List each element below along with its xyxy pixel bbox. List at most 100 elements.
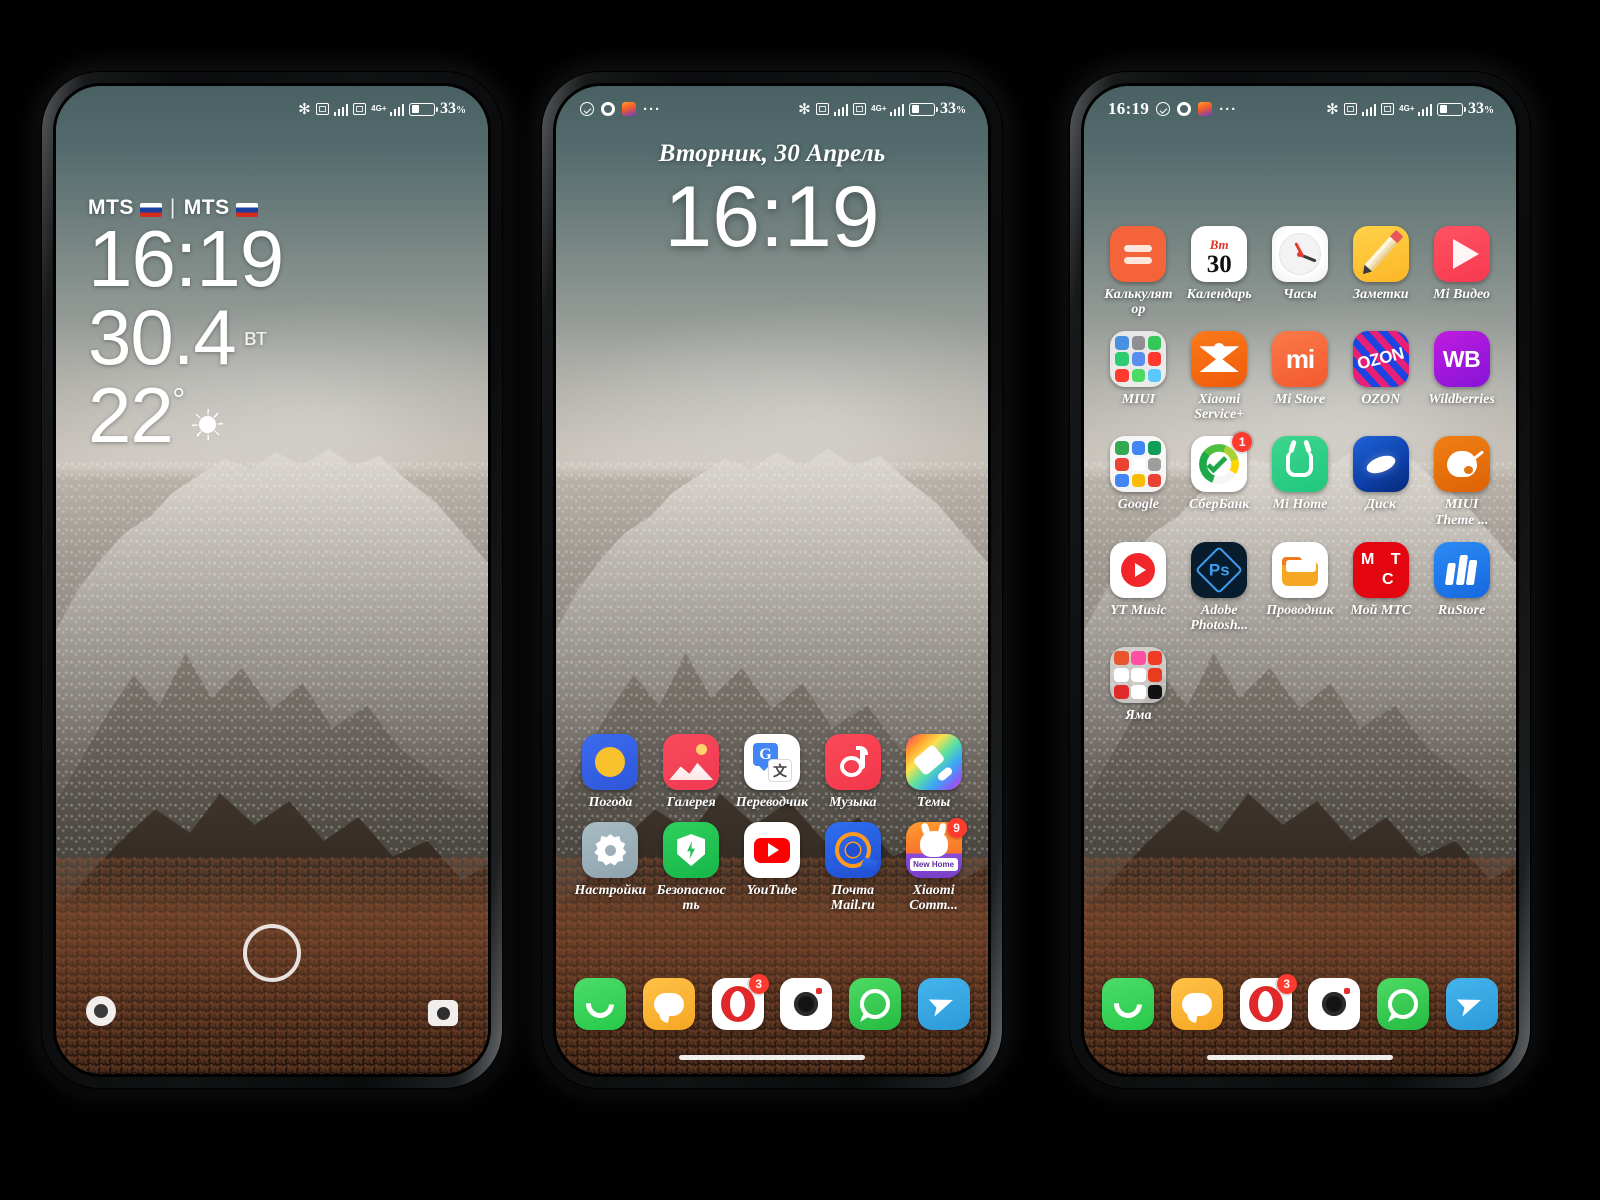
app-icon-wrap[interactable]: Вт 30 — [1191, 226, 1248, 282]
music-icon[interactable] — [824, 734, 881, 790]
app-security-shield[interactable]: Безопасность — [651, 822, 732, 913]
app-icon-wrap[interactable] — [848, 978, 901, 1030]
app-icon-wrap[interactable] — [1433, 226, 1490, 282]
app-youtube-music[interactable]: YT Music — [1098, 541, 1179, 633]
app-photoshop[interactable]: Ps Adobe Photosh... — [1179, 541, 1260, 633]
app-weather[interactable]: Погода — [570, 734, 651, 810]
app-mi-store[interactable]: mi Mi Store — [1260, 331, 1341, 422]
app-rustore[interactable]: RuStore — [1421, 541, 1502, 633]
app-sberbank[interactable]: 1 СберБанк — [1179, 432, 1260, 527]
app-xiaomi-service[interactable]: Xiaomi Service+ — [1179, 331, 1260, 422]
telegram-icon[interactable] — [1445, 978, 1498, 1030]
app-icon-wrap[interactable]: WB — [1433, 331, 1490, 388]
app-icon-wrap[interactable]: OZON — [1352, 331, 1409, 388]
app-calendar[interactable]: Вт 30 Календарь — [1179, 226, 1260, 317]
sms-icon[interactable] — [1170, 978, 1223, 1030]
app-icon-wrap[interactable] — [1170, 978, 1223, 1030]
app-icon-wrap[interactable] — [582, 822, 639, 879]
app-icon-wrap[interactable] — [663, 734, 720, 790]
app-mailru[interactable]: Почта Mail.ru — [812, 822, 893, 913]
app-youtube[interactable]: YouTube — [732, 822, 813, 913]
phone-icon[interactable] — [1102, 978, 1155, 1030]
app-yandex-disk[interactable]: Диск — [1340, 436, 1421, 527]
translate-icon[interactable]: G文 — [743, 734, 800, 790]
fingerprint-ring-icon[interactable] — [243, 924, 301, 982]
app-themes[interactable]: Темы — [893, 734, 974, 810]
app-sms[interactable] — [635, 978, 704, 1030]
mts-icon[interactable]: М Т С — [1352, 541, 1409, 598]
app-icon-wrap[interactable] — [824, 822, 881, 879]
notes-pencil-icon[interactable] — [1352, 226, 1409, 282]
miui-theme-icon[interactable] — [1433, 436, 1490, 493]
app-icon-wrap[interactable] — [663, 822, 720, 879]
app-icon-wrap[interactable] — [1271, 541, 1328, 598]
app-icon-wrap[interactable] — [582, 734, 639, 790]
sms-icon[interactable] — [642, 978, 695, 1030]
mi-home-icon[interactable] — [1271, 436, 1328, 493]
app-icon-wrap[interactable] — [1102, 978, 1155, 1030]
app-icon-wrap[interactable] — [743, 822, 800, 879]
app-icon-wrap[interactable] — [1271, 226, 1328, 282]
app-miui-theme[interactable]: MIUI Theme ... — [1421, 436, 1502, 528]
app-sms[interactable] — [1163, 978, 1232, 1030]
app-icon-wrap[interactable]: 1 — [1191, 432, 1253, 493]
telegram-icon[interactable] — [917, 978, 970, 1030]
app-icon-wrap[interactable] — [1110, 541, 1167, 598]
app-icon-wrap[interactable]: New Home 9 — [905, 818, 967, 879]
app-icon-wrap[interactable] — [1352, 226, 1409, 282]
app-icon-wrap[interactable] — [1352, 436, 1409, 493]
flashlight-shortcut-button[interactable] — [86, 996, 116, 1026]
miui-folder-icon[interactable] — [1110, 331, 1167, 388]
file-manager-icon[interactable] — [1271, 541, 1328, 598]
youtube-icon[interactable] — [743, 822, 800, 879]
app-miui-folder[interactable]: MIUI — [1098, 331, 1179, 422]
photoshop-icon[interactable]: Ps — [1191, 541, 1248, 598]
app-calculator[interactable]: Калькулятор — [1098, 226, 1179, 317]
app-telegram[interactable] — [1437, 978, 1506, 1030]
youtube-music-icon[interactable] — [1110, 541, 1167, 598]
app-icon-wrap[interactable] — [905, 734, 962, 790]
app-icon-wrap[interactable] — [1433, 436, 1490, 493]
clock-icon[interactable] — [1271, 226, 1328, 282]
app-icon-wrap[interactable]: mi — [1271, 331, 1328, 388]
app-icon-wrap[interactable] — [642, 978, 695, 1030]
home-clock-widget[interactable]: Вторник, 30 Апрель 16:19 — [556, 140, 988, 262]
app-icon-wrap[interactable]: 3 — [711, 974, 769, 1030]
app-translate[interactable]: G文 Переводчик — [732, 734, 813, 810]
google-folder-icon[interactable] — [1110, 436, 1167, 493]
app-xiaomi-community[interactable]: New Home 9 Xiaomi Comm... — [893, 818, 974, 913]
app-phone[interactable] — [566, 978, 635, 1030]
app-icon-wrap[interactable] — [1445, 978, 1498, 1030]
app-mi-home[interactable]: Mi Home — [1260, 436, 1341, 527]
app-camera[interactable] — [772, 978, 841, 1030]
home-indicator-bar-2[interactable] — [1207, 1055, 1393, 1060]
app-icon-wrap[interactable] — [1110, 646, 1167, 703]
app-phone[interactable] — [1094, 978, 1163, 1030]
app-opera[interactable]: 3 — [703, 974, 772, 1030]
calculator-icon[interactable] — [1110, 226, 1167, 282]
app-icon-wrap[interactable] — [1191, 331, 1248, 388]
app-icon-wrap[interactable]: G文 — [743, 734, 800, 790]
themes-icon[interactable] — [905, 734, 962, 790]
app-icon-wrap[interactable] — [1376, 978, 1429, 1030]
app-camera[interactable] — [1300, 978, 1369, 1030]
app-mts[interactable]: М Т С Мой МТС — [1340, 541, 1421, 633]
calendar-icon[interactable]: Вт 30 — [1191, 226, 1248, 282]
home-indicator-bar[interactable] — [679, 1055, 865, 1060]
whatsapp-icon[interactable] — [848, 978, 901, 1030]
app-gallery[interactable]: Галерея — [651, 734, 732, 810]
wildberries-icon[interactable]: WB — [1433, 331, 1490, 388]
app-telegram[interactable] — [909, 978, 978, 1030]
app-icon-wrap[interactable] — [1433, 541, 1490, 598]
camera-icon[interactable] — [780, 978, 833, 1030]
app-icon-wrap[interactable] — [1110, 436, 1167, 493]
yama-folder-icon[interactable] — [1110, 646, 1167, 703]
camera-icon[interactable] — [1308, 978, 1361, 1030]
app-file-manager[interactable]: Проводник — [1260, 541, 1341, 633]
camera-shortcut-button[interactable] — [428, 1000, 458, 1026]
ozon-icon[interactable]: OZON — [1352, 331, 1409, 388]
app-music[interactable]: Музыка — [812, 734, 893, 810]
gallery-icon[interactable] — [663, 734, 720, 790]
app-icon-wrap[interactable] — [917, 978, 970, 1030]
app-icon-wrap[interactable] — [1110, 226, 1167, 282]
